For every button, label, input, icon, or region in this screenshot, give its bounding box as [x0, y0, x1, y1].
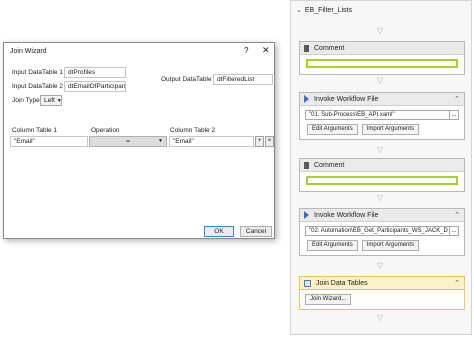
workflow-path-input[interactable]: "02. Automation\EB_Get_Participants_WS_J…: [305, 226, 450, 236]
close-icon[interactable]: ✕: [262, 45, 270, 56]
sequence-container: ⌄ EB_Filter_Lists ▽ Comment ▽ Invoke Wor…: [290, 0, 472, 335]
join-type-value: Left: [44, 97, 55, 104]
browse-button[interactable]: ...: [450, 110, 459, 120]
sequence-header[interactable]: ⌄ EB_Filter_Lists: [291, 3, 471, 17]
activity-title: Comment: [314, 161, 345, 169]
operation-value: =: [126, 138, 130, 145]
input-datatable-2-field[interactable]: dtEmailOfParticipant: [64, 81, 126, 92]
comment-text-field[interactable]: [306, 176, 458, 185]
invoke-workflow-activity-1[interactable]: Invoke Workflow File ⌃ "01. Sub-Process\…: [299, 92, 465, 140]
join-type-label: Join Type: [12, 97, 40, 104]
operation-select[interactable]: = ▼: [89, 136, 167, 147]
activity-title: Join Data Tables: [316, 279, 368, 287]
flow-arrow-icon: ▽: [377, 313, 384, 322]
workflow-path-input[interactable]: "01. Sub-Process\EB_API.xaml": [305, 110, 450, 120]
input-datatable-2-label: Input DataTable 2: [12, 83, 63, 90]
column-table-1-header: Column Table 1: [12, 127, 58, 134]
operation-header: Operation: [91, 127, 120, 134]
column-table-2-input[interactable]: "Email": [169, 136, 254, 147]
invoke-workflow-icon: [304, 95, 309, 103]
column-table-1-input[interactable]: "Email": [10, 136, 88, 147]
collapse-chevron-icon[interactable]: ⌄: [296, 6, 302, 14]
help-button[interactable]: ?: [244, 46, 248, 55]
flow-arrow-icon: ▽: [377, 261, 384, 270]
flow-arrow-icon: ▽: [377, 76, 384, 85]
flow-arrow-icon: ▽: [377, 26, 384, 35]
activity-title: Comment: [314, 44, 345, 52]
invoke-workflow-activity-2[interactable]: Invoke Workflow File ⌃ "02. Automation\E…: [299, 208, 465, 256]
activity-title: Invoke Workflow File: [314, 95, 379, 103]
chevron-down-icon: ▼: [158, 138, 163, 144]
table-icon: [304, 279, 311, 287]
join-wizard-dialog: Join Wizard ? ✕ Input DataTable 1 dtProf…: [3, 42, 275, 239]
chevron-down-icon: ▼: [56, 98, 62, 104]
join-wizard-button[interactable]: Join Wizard...: [305, 294, 352, 305]
activity-title: Invoke Workflow File: [314, 211, 379, 219]
join-data-tables-activity[interactable]: Join Data Tables ⌃ Join Wizard...: [299, 276, 465, 310]
comment-icon: [304, 161, 309, 169]
collapse-icon[interactable]: ⌃: [454, 279, 460, 287]
comment-activity-2[interactable]: Comment: [299, 158, 465, 192]
collapse-icon[interactable]: ⌃: [454, 211, 460, 219]
collapse-icon[interactable]: ⌃: [454, 95, 460, 103]
ok-button[interactable]: OK: [204, 226, 234, 237]
add-row-button[interactable]: +: [255, 136, 264, 147]
output-datatable-label: Output DataTable: [161, 76, 212, 83]
import-arguments-button[interactable]: Import Arguments: [361, 240, 420, 251]
dialog-titlebar[interactable]: Join Wizard ? ✕: [4, 43, 274, 60]
browse-button[interactable]: ...: [450, 226, 459, 236]
remove-row-button[interactable]: ×: [265, 136, 274, 147]
flow-arrow-icon: ▽: [377, 145, 384, 154]
comment-icon: [304, 44, 309, 52]
edit-arguments-button[interactable]: Edit Arguments: [307, 124, 358, 135]
join-type-select[interactable]: Left ▼: [40, 95, 62, 106]
input-datatable-1-field[interactable]: dtProfiles: [64, 67, 126, 78]
edit-arguments-button[interactable]: Edit Arguments: [307, 240, 358, 251]
cancel-button[interactable]: Cancel: [240, 226, 272, 237]
dialog-title: Join Wizard: [10, 48, 47, 55]
sequence-title: EB_Filter_Lists: [304, 6, 352, 14]
invoke-workflow-icon: [304, 211, 309, 219]
comment-activity-1[interactable]: Comment: [299, 41, 465, 75]
output-datatable-field[interactable]: dtFilteredList: [213, 74, 273, 85]
import-arguments-button[interactable]: Import Arguments: [361, 124, 420, 135]
input-datatable-1-label: Input DataTable 1: [12, 69, 63, 76]
column-table-2-header: Column Table 2: [170, 127, 216, 134]
flow-arrow-icon: ▽: [377, 193, 384, 202]
comment-text-field[interactable]: [306, 59, 458, 68]
